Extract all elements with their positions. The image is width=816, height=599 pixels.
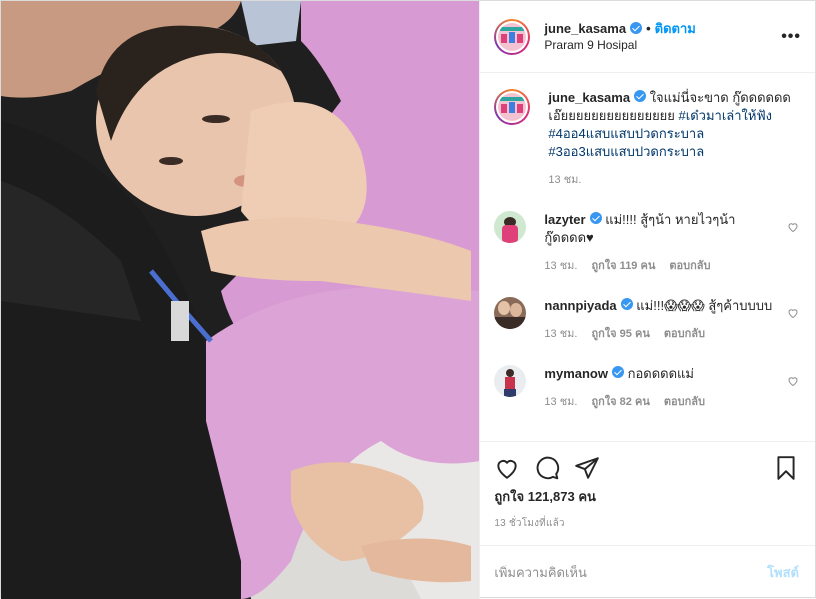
comment-bubble-icon[interactable]	[534, 455, 560, 481]
comment-like-heart-icon[interactable]	[787, 221, 799, 233]
comment-item: lazyter แม่!!!! สู้ๆน้า หายไวๆน้ากู๊ดดดด…	[494, 211, 799, 291]
share-paper-plane-icon[interactable]	[574, 455, 600, 481]
verified-badge-icon	[589, 212, 602, 224]
post-header: june_kasama • ติดตาม Praram 9 Hosipal ••…	[480, 1, 815, 73]
verified-badge-icon	[620, 298, 633, 310]
commenter-avatar[interactable]	[494, 211, 527, 243]
caption-text: june_kasama ใจแม่นี่จะขาด กู๊ดดดดดดเอ๊ยย…	[548, 89, 799, 161]
comment-meta: 13 ชม. ถูกใจ 119 คน ตอบกลับ	[544, 257, 775, 275]
action-icons	[494, 448, 799, 488]
add-comment-input[interactable]	[494, 565, 768, 580]
verified-badge-icon	[634, 90, 647, 102]
header-text: june_kasama • ติดตาม Praram 9 Hosipal	[544, 20, 781, 54]
post-comment-button[interactable]: โพสต์	[767, 562, 799, 583]
comment-text: แม่!!!😱😱😱 สู้ๆค้าบบบบ	[636, 298, 773, 313]
post-side-panel: june_kasama • ติดตาม Praram 9 Hosipal ••…	[479, 1, 815, 599]
caption-item: june_kasama ใจแม่นี่จะขาด กู๊ดดดดดดเอ๊ยย…	[494, 89, 799, 205]
post-photo-image	[1, 1, 480, 599]
comments-list[interactable]: june_kasama ใจแม่นี่จะขาด กู๊ดดดดดดเอ๊ยย…	[480, 73, 815, 441]
hashtag-link[interactable]: #4ออ4แสบแสบปวดกระบาล	[548, 126, 704, 141]
reply-button[interactable]: ตอบกลับ	[664, 325, 705, 343]
more-options-icon[interactable]: •••	[781, 28, 801, 46]
add-comment-bar: โพสต์	[480, 545, 815, 599]
comment-meta: 13 ชม. ถูกใจ 82 คน ตอบกลับ	[544, 393, 775, 411]
comment-like-heart-icon[interactable]	[787, 307, 799, 319]
commenter-avatar[interactable]	[494, 365, 527, 397]
verified-badge-icon	[611, 366, 624, 378]
save-bookmark-icon[interactable]	[773, 455, 799, 481]
post-actions: ถูกใจ 121,873 คน 13 ชั่วโมงที่แล้ว	[480, 441, 815, 531]
comment-time[interactable]: 13 ชม.	[544, 325, 577, 343]
comment-time[interactable]: 13 ชม.	[544, 393, 577, 411]
comment-text: กอดดดดแม่	[627, 366, 695, 381]
comment-likes[interactable]: ถูกใจ 119 คน	[591, 257, 655, 275]
caption-meta: 13 ชม.	[548, 171, 799, 189]
likes-count[interactable]: ถูกใจ 121,873 คน	[494, 488, 799, 506]
reply-button[interactable]: ตอบกลับ	[664, 393, 705, 411]
comment-likes[interactable]: ถูกใจ 82 คน	[591, 393, 649, 411]
author-username[interactable]: june_kasama	[544, 20, 626, 37]
author-avatar[interactable]	[494, 18, 531, 55]
post-photo[interactable]	[1, 1, 480, 599]
comment-meta: 13 ชม. ถูกใจ 95 คน ตอบกลับ	[544, 325, 775, 343]
post-time-ago[interactable]: 13 ชั่วโมงที่แล้ว	[494, 516, 799, 531]
comment-time[interactable]: 13 ชม.	[544, 257, 577, 275]
hashtag-link[interactable]: #3ออ3แสบแสบปวดกระบาล	[548, 144, 704, 159]
comment-username[interactable]: mymanow	[544, 366, 608, 381]
commenter-avatar[interactable]	[494, 297, 527, 329]
comment-item: mymanow กอดดดดแม่ 13 ชม. ถูกใจ 82 คน ตอบ…	[494, 365, 799, 427]
verified-badge-icon	[630, 22, 643, 34]
comment-username[interactable]: nannpiyada	[544, 298, 616, 313]
separator-dot: •	[646, 20, 651, 36]
like-heart-icon[interactable]	[494, 455, 520, 481]
comment-item: nannpiyada แม่!!!😱😱😱 สู้ๆค้าบบบบ 13 ชม. …	[494, 297, 799, 359]
comment-likes[interactable]: ถูกใจ 95 คน	[591, 325, 649, 343]
caption-avatar[interactable]	[494, 89, 531, 125]
follow-button[interactable]: ติดตาม	[655, 20, 696, 37]
comment-like-heart-icon[interactable]	[787, 375, 799, 387]
caption-username[interactable]: june_kasama	[548, 90, 630, 105]
comment-username[interactable]: lazyter	[544, 212, 585, 227]
instagram-post: june_kasama • ติดตาม Praram 9 Hosipal ••…	[0, 0, 816, 599]
caption-time[interactable]: 13 ชม.	[548, 171, 581, 189]
reply-button[interactable]: ตอบกลับ	[669, 257, 710, 275]
hashtag-link[interactable]: #เด๋วมาเล่าให้ฟัง	[679, 108, 772, 123]
post-location[interactable]: Praram 9 Hosipal	[544, 37, 781, 54]
